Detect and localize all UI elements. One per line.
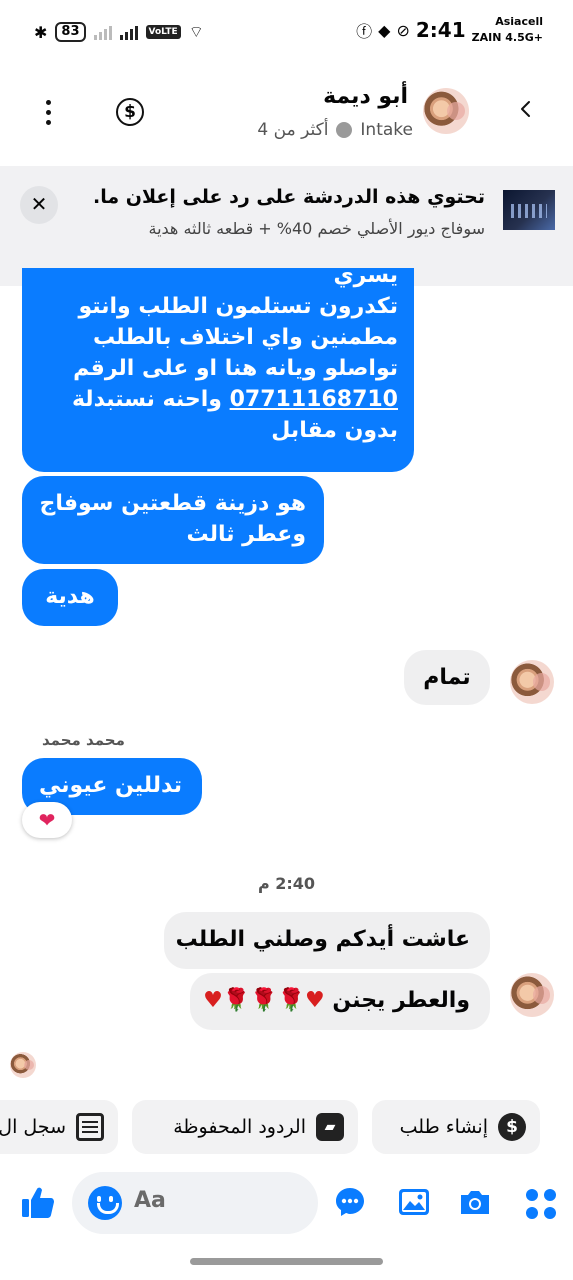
status-dot-icon	[336, 122, 353, 138]
dollar-icon: $	[498, 1113, 526, 1141]
status-bar: ✱ 83 VoLTE ⌔ ⓕ ◆ ⊘ 2:41 Asiacell ZAIN 4.…	[0, 0, 573, 66]
message-line: يسري	[333, 263, 399, 288]
message-input[interactable]: Aa	[72, 1172, 318, 1234]
message-line: تواصلو ويانه هنا او على الرقم	[73, 356, 398, 381]
heart-reaction-icon[interactable]: ❤	[22, 802, 72, 838]
message-line: بدون مقابل	[271, 418, 398, 443]
chip-label: سجل ال	[0, 1116, 66, 1138]
volte-badge: VoLTE	[145, 25, 181, 39]
messenger-icon: ◆	[378, 20, 391, 40]
camera-icon[interactable]	[458, 1188, 492, 1216]
intake-label: Intake	[360, 120, 413, 140]
chat-header: أبو ديمة Intake أكثر من 4 $	[0, 78, 573, 162]
seen-receipt-avatar	[10, 1052, 36, 1078]
message-incoming[interactable]: تمام	[404, 650, 490, 705]
like-icon[interactable]	[20, 1184, 56, 1220]
message-outgoing[interactable]: هدية	[22, 569, 118, 626]
message-outgoing[interactable]: هو دزينة قطعتين سوفاج وعطر ثالث	[22, 476, 324, 564]
signal-icon	[119, 24, 138, 40]
ad-thumbnail	[503, 190, 555, 230]
carrier-1: Asiacell	[495, 15, 543, 28]
message-incoming[interactable]: عاشت أيدكم وصلني الطلب	[164, 912, 490, 969]
message-input-placeholder: Aa	[134, 1188, 166, 1213]
emoji-icon[interactable]	[88, 1186, 122, 1220]
ad-banner-title: تحتوي هذه الدردشة على رد على إعلان ما.	[93, 186, 485, 208]
messenger-chat-icon[interactable]	[334, 1186, 366, 1218]
contact-avatar-small	[510, 660, 554, 704]
saved-replies-icon: ▰	[316, 1113, 344, 1141]
status-left: ✱ 83 VoLTE ⌔	[34, 22, 204, 42]
dollar-icon[interactable]: $	[116, 98, 144, 126]
message-line: 07711168710 واحنه نستبدلة	[36, 384, 398, 415]
more-options-icon[interactable]	[44, 100, 52, 125]
chip-label: إنشاء طلب	[399, 1116, 488, 1138]
active-time: أكثر من 4	[257, 120, 329, 140]
rose-heart-emoji: ♥🌹🌹🌹♥	[203, 988, 325, 1013]
phone-link[interactable]: 07711168710	[230, 387, 398, 412]
clock: 2:41	[415, 18, 466, 42]
signal-icon	[93, 24, 112, 40]
contact-name[interactable]: أبو ديمة	[323, 84, 408, 109]
back-icon[interactable]	[517, 100, 535, 118]
chip-label: الردود المحفوظة	[173, 1116, 306, 1138]
message-line: مطمنين واي اختلاف بالطلب	[92, 325, 398, 350]
saved-replies-chip[interactable]: ▰ الردود المحفوظة	[132, 1100, 358, 1154]
contact-avatar-small	[510, 973, 554, 1017]
facebook-icon: ⓕ	[356, 22, 373, 41]
more-actions-icon[interactable]	[526, 1189, 556, 1219]
message-line: تكدرون تستلمون الطلب وانتو	[78, 294, 398, 319]
dnd-icon: ⊘	[396, 20, 410, 40]
sender-name: محمد محمد	[42, 731, 125, 749]
message-incoming[interactable]: والعطر يجنن ♥🌹🌹🌹♥	[190, 973, 490, 1030]
gallery-icon[interactable]	[398, 1188, 430, 1216]
message-composer: Aa	[0, 1168, 573, 1238]
status-right: ⓕ ◆ ⊘ 2:41 Asiacell ZAIN 4.5G+	[356, 14, 543, 46]
message-outgoing[interactable]: يسري تكدرون تستلمون الطلب وانتو مطمنين و…	[22, 263, 414, 472]
message-text: والعطر يجنن	[324, 988, 470, 1013]
message-text: واحنه نستبدلة	[71, 387, 230, 412]
carrier-2: ZAIN 4.5G+	[471, 31, 543, 44]
create-order-chip[interactable]: $ إنشاء طلب	[372, 1100, 540, 1154]
home-indicator	[190, 1258, 383, 1265]
order-history-chip[interactable]: سجل ال	[0, 1100, 118, 1154]
contact-subtitle: Intake أكثر من 4	[257, 120, 413, 140]
carrier-info: Asiacell ZAIN 4.5G+	[472, 14, 543, 46]
list-icon	[76, 1113, 104, 1141]
wifi-icon: ⌔	[188, 22, 204, 41]
bluetooth-icon: ✱	[34, 22, 48, 42]
contact-avatar[interactable]	[423, 88, 469, 134]
battery-indicator: 83	[55, 22, 86, 42]
ad-banner-description: سوفاج ديور الأصلي خصم 40% + قطعه ثالثه ه…	[148, 219, 486, 238]
message-timestamp: 2:40 م	[257, 874, 316, 893]
close-icon[interactable]: ✕	[20, 186, 58, 224]
